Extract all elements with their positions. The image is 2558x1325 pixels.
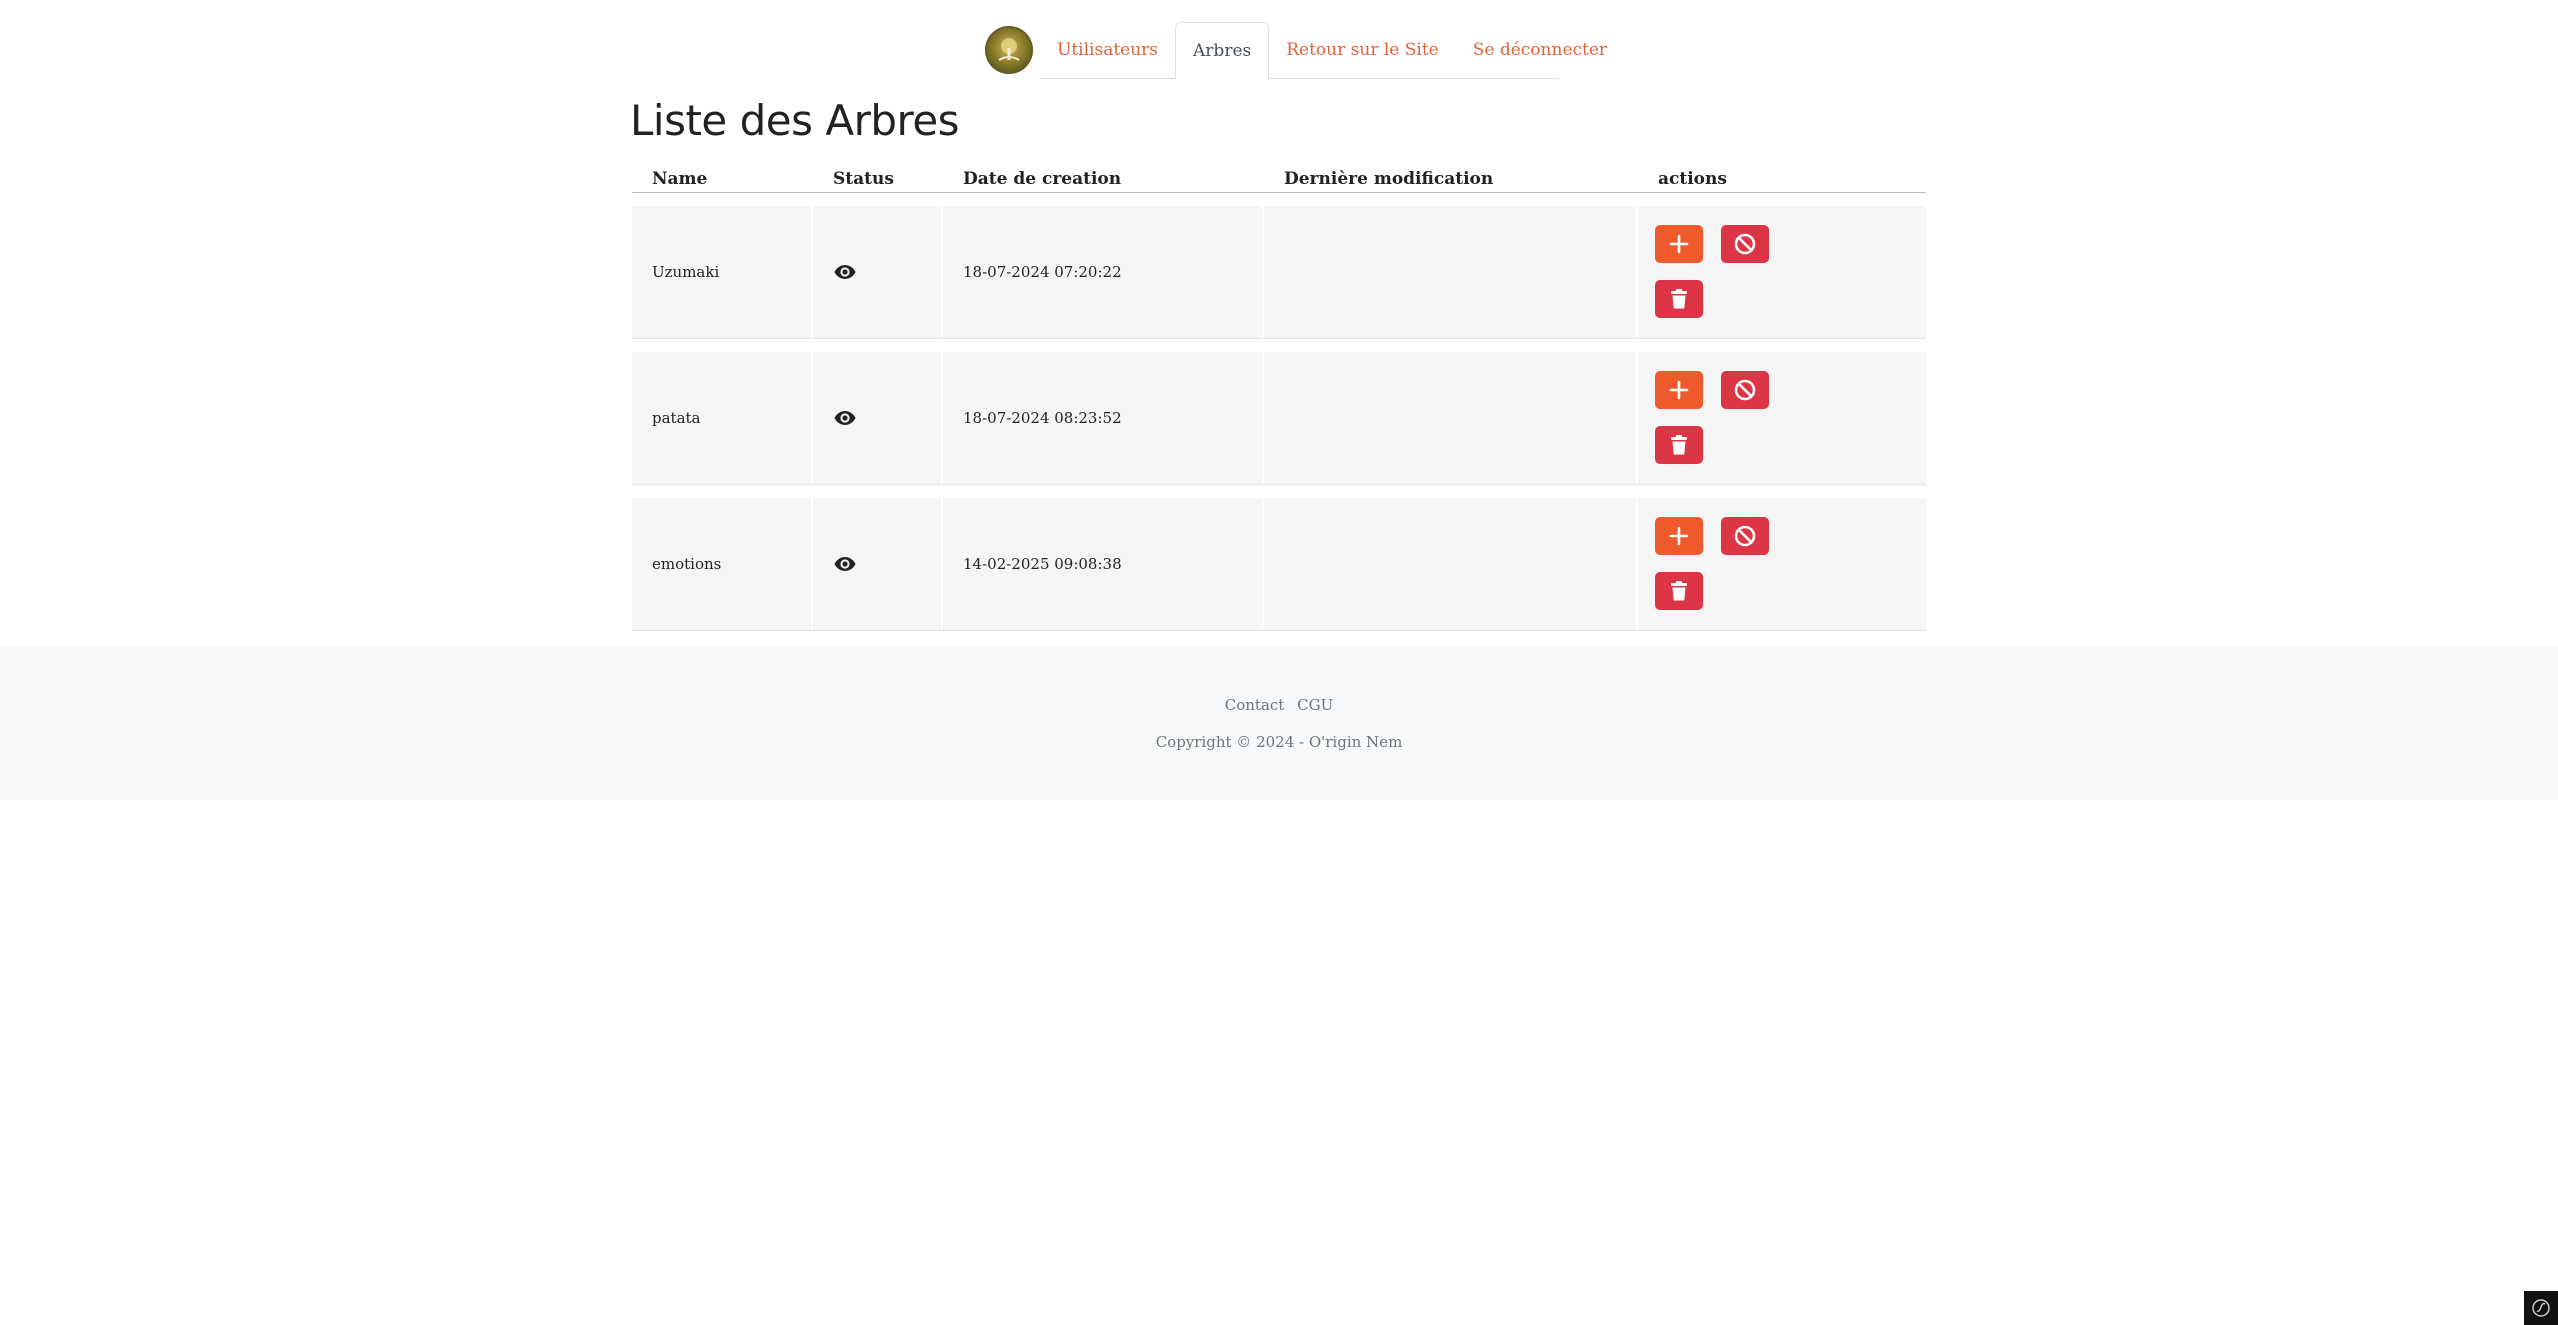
cell-created: 18-07-2024 08:23:52 xyxy=(943,352,1264,484)
cell-name: patata xyxy=(632,352,813,484)
header-created: Date de creation xyxy=(963,169,1122,189)
tab-arbres[interactable]: Arbres xyxy=(1175,22,1270,79)
cell-created: 14-02-2025 09:08:38 xyxy=(943,498,1264,630)
disable-button[interactable] xyxy=(1721,371,1769,409)
header-modified: Dernière modification xyxy=(1284,169,1494,189)
tree-logo-icon xyxy=(998,38,1020,61)
ban-icon xyxy=(1734,379,1756,401)
add-button[interactable] xyxy=(1655,225,1703,263)
trees-table: Name Status Date de creation Dernière mo… xyxy=(632,166,1926,631)
header-name: Name xyxy=(652,169,708,189)
tab-utilisateurs[interactable]: Utilisateurs xyxy=(1040,22,1175,78)
delete-button[interactable] xyxy=(1655,572,1703,610)
delete-button[interactable] xyxy=(1655,280,1703,318)
tab-logout[interactable]: Se déconnecter xyxy=(1456,22,1624,78)
nav-tabs: Utilisateurs Arbres Retour sur le Site S… xyxy=(1040,22,1607,79)
plus-icon xyxy=(1669,380,1689,400)
trash-icon xyxy=(1671,289,1687,309)
cell-actions xyxy=(1638,352,1926,484)
eye-icon[interactable] xyxy=(833,552,857,576)
plus-icon xyxy=(1669,526,1689,546)
header-actions: actions xyxy=(1658,169,1727,189)
eye-icon[interactable] xyxy=(833,406,857,430)
cell-modified xyxy=(1264,498,1638,630)
table-row: Uzumaki 18-07-2024 07:20:22 xyxy=(632,206,1926,339)
delete-button[interactable] xyxy=(1655,426,1703,464)
symfony-icon xyxy=(2532,1299,2550,1317)
ban-icon xyxy=(1734,233,1756,255)
table-header: Name Status Date de creation Dernière mo… xyxy=(632,166,1926,193)
eye-icon[interactable] xyxy=(833,260,857,284)
add-button[interactable] xyxy=(1655,371,1703,409)
debug-toolbar-toggle[interactable] xyxy=(2524,1291,2558,1325)
disable-button[interactable] xyxy=(1721,225,1769,263)
header-status: Status xyxy=(833,169,894,189)
ban-icon xyxy=(1734,525,1756,547)
copyright: Copyright © 2024 - O'rigin Nem xyxy=(1155,733,1403,751)
cell-actions xyxy=(1638,498,1926,630)
footer-links: Contact CGU xyxy=(0,696,2558,714)
cell-name: Uzumaki xyxy=(632,206,813,338)
footer-link-cgu[interactable]: CGU xyxy=(1297,696,1333,714)
plus-icon xyxy=(1669,234,1689,254)
add-button[interactable] xyxy=(1655,517,1703,555)
table-row: emotions 14-02-2025 09:08:38 xyxy=(632,498,1926,631)
footer: Contact CGU Copyright © 2024 - O'rigin N… xyxy=(0,647,2558,800)
footer-link-contact[interactable]: Contact xyxy=(1225,696,1285,714)
cell-name: emotions xyxy=(632,498,813,630)
cell-modified xyxy=(1264,206,1638,338)
page-title: Liste des Arbres xyxy=(630,96,960,145)
trash-icon xyxy=(1671,581,1687,601)
cell-status xyxy=(813,206,943,338)
trash-icon xyxy=(1671,435,1687,455)
tab-retour-site[interactable]: Retour sur le Site xyxy=(1269,22,1456,78)
cell-modified xyxy=(1264,352,1638,484)
cell-status xyxy=(813,498,943,630)
cell-created: 18-07-2024 07:20:22 xyxy=(943,206,1264,338)
table-row: patata 18-07-2024 08:23:52 xyxy=(632,352,1926,485)
logo[interactable] xyxy=(985,26,1033,74)
cell-actions xyxy=(1638,206,1926,338)
cell-status xyxy=(813,352,943,484)
disable-button[interactable] xyxy=(1721,517,1769,555)
